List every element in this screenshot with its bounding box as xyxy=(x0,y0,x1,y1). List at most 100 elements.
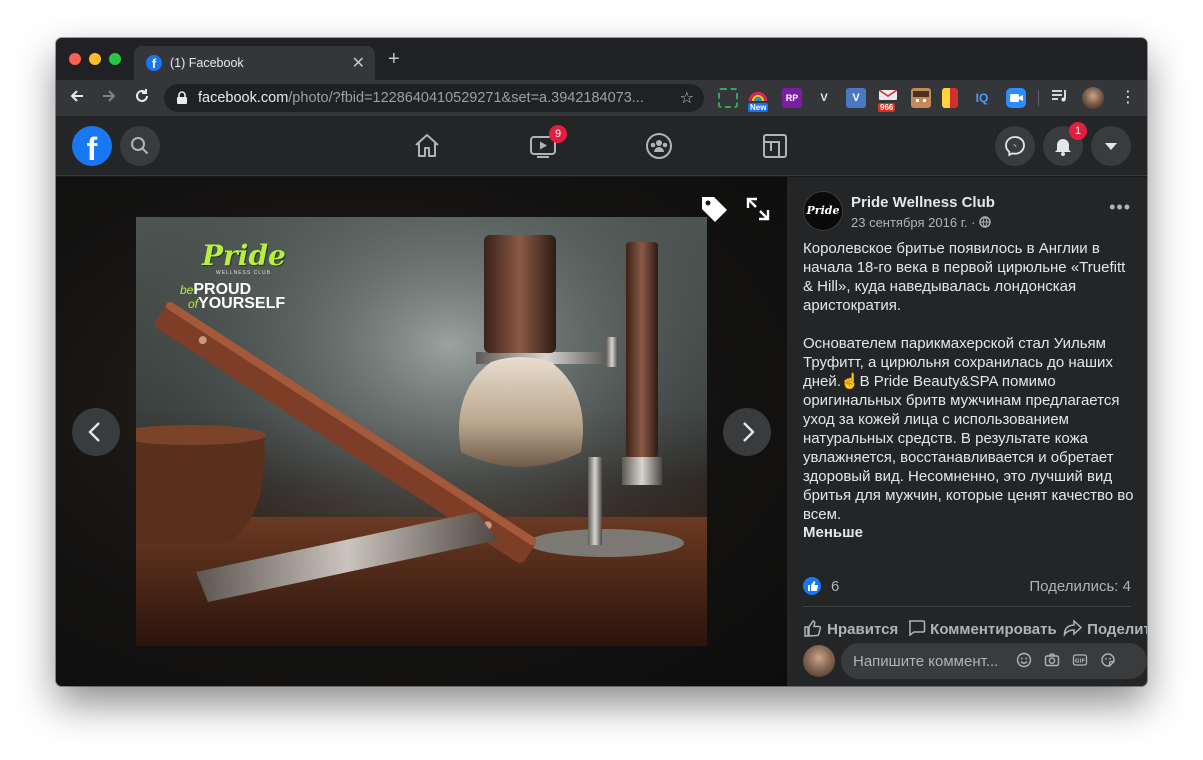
see-less-link[interactable]: Меньше xyxy=(803,524,863,541)
post-options-icon[interactable]: ••• xyxy=(1109,197,1131,218)
mail-icon xyxy=(878,89,898,100)
caret-down-icon xyxy=(1105,143,1117,150)
comment-button[interactable]: Комментировать xyxy=(907,619,1057,638)
close-window-button[interactable] xyxy=(69,53,81,65)
notifications-button[interactable]: 1 xyxy=(1043,122,1087,166)
comment-label: Комментировать xyxy=(930,621,1057,638)
playlist-icon xyxy=(1052,90,1066,102)
thumbs-up-icon xyxy=(808,581,819,591)
browser-menu-icon[interactable]: ⋮ xyxy=(1120,87,1136,109)
v-ext-icon[interactable]: V xyxy=(846,88,866,108)
minimize-window-button[interactable] xyxy=(89,53,101,65)
forward-button[interactable] xyxy=(98,87,120,109)
post-photo: Pride WELLNESS CLUB bePROUD ofYOURSELF xyxy=(136,217,707,646)
address-bar[interactable]: facebook.com/photo/?fbid=122864041052927… xyxy=(164,84,704,112)
lock-icon xyxy=(177,91,187,104)
new-ext-icon[interactable]: New xyxy=(748,88,769,112)
reload-icon xyxy=(136,89,148,102)
vue-ext-icon[interactable]: V xyxy=(814,88,834,108)
next-photo-button[interactable] xyxy=(723,408,771,456)
url-host: facebook.com xyxy=(198,90,289,106)
like-reaction-icon[interactable] xyxy=(803,577,821,595)
post-date[interactable]: 23 сентября 2016 г. · xyxy=(851,215,991,230)
tab-close-icon[interactable]: ✕ xyxy=(352,53,365,73)
tag-photo-button[interactable] xyxy=(698,193,730,230)
rainbow-icon xyxy=(748,91,768,102)
media-queue-icon[interactable] xyxy=(1050,88,1070,108)
overlay-word-of: of xyxy=(188,297,199,311)
facebook-logo-icon[interactable]: f xyxy=(72,126,112,167)
maximize-window-button[interactable] xyxy=(109,53,121,65)
sticker-icon[interactable] xyxy=(1099,652,1117,670)
nav-groups[interactable] xyxy=(643,130,675,162)
page-avatar[interactable]: Pride xyxy=(803,191,843,231)
like-button[interactable]: Нравится xyxy=(803,619,898,638)
tab-strip: f (1) Facebook ✕ + xyxy=(56,38,1147,80)
comment-input[interactable]: Напишите коммент... GIF xyxy=(841,643,1147,679)
photo-viewer: Pride WELLNESS CLUB bePROUD ofYOURSELF xyxy=(56,177,787,686)
messenger-button[interactable] xyxy=(995,126,1035,166)
like-count[interactable]: 6 xyxy=(831,578,839,595)
nav-gaming[interactable] xyxy=(759,130,791,162)
shares-count[interactable]: Поделились: 4 xyxy=(1029,578,1131,595)
overlay-word-yourself: YOURSELF xyxy=(198,295,286,312)
camera-icon[interactable] xyxy=(1043,652,1061,670)
new-badge: New xyxy=(748,103,769,112)
arrow-left-icon xyxy=(70,90,83,102)
tab-facebook[interactable]: f (1) Facebook ✕ xyxy=(134,46,375,80)
mail-count-badge: 966 xyxy=(878,103,896,112)
notifications-badge: 1 xyxy=(1069,122,1087,140)
post-date-text: 23 сентября 2016 г. · xyxy=(851,215,976,230)
home-icon xyxy=(415,134,439,157)
previous-photo-button[interactable] xyxy=(72,408,120,456)
page-name-link[interactable]: Pride Wellness Club xyxy=(851,194,995,211)
reactions-bar: 6 Поделились: 4 xyxy=(803,576,1131,598)
gif-icon[interactable]: GIF xyxy=(1071,652,1089,670)
rp-ext-icon[interactable]: RP xyxy=(782,88,802,108)
sticker-face-icon xyxy=(1101,653,1115,667)
camera-video-icon xyxy=(1010,94,1023,102)
toolbar-separator xyxy=(1038,90,1039,106)
search-icon xyxy=(131,137,149,155)
facebook-favicon-icon: f xyxy=(146,55,162,71)
arrow-right-icon xyxy=(103,90,116,102)
expand-icon xyxy=(746,197,770,221)
gif-badge-icon: GIF xyxy=(1072,654,1088,666)
thumbs-up-outline-icon xyxy=(804,620,822,637)
tab-title: (1) Facebook xyxy=(170,56,244,70)
comment-composer: Напишите коммент... GIF xyxy=(803,643,1147,679)
account-menu-button[interactable] xyxy=(1091,126,1131,166)
post-panel: Pride Pride Wellness Club 23 сентября 20… xyxy=(787,177,1147,686)
new-tab-button[interactable]: + xyxy=(388,49,400,69)
emoji-icon[interactable] xyxy=(1015,652,1033,670)
tag-icon xyxy=(702,197,727,222)
face-ext-icon[interactable] xyxy=(911,88,931,108)
nav-home[interactable] xyxy=(411,130,443,162)
overlay-slogan-2: ofYOURSELF xyxy=(188,295,285,313)
photo-camera-icon xyxy=(1044,653,1060,667)
mail-ext-icon[interactable]: 966 xyxy=(878,88,898,112)
back-button[interactable] xyxy=(66,87,88,109)
screenshot-ext-icon[interactable] xyxy=(718,88,738,108)
iq-ext-icon[interactable]: IQ xyxy=(972,88,992,108)
overlay-brand: Pride xyxy=(202,239,286,272)
share-button[interactable]: Поделиться xyxy=(1063,619,1147,638)
bookmark-star-icon[interactable]: ☆ xyxy=(680,88,694,108)
reload-button[interactable] xyxy=(131,87,153,109)
comment-icon xyxy=(908,620,926,637)
post-text: Королевское бритье появилось в Англии в … xyxy=(803,240,1134,523)
nav-watch[interactable]: 9 xyxy=(527,125,567,162)
flag-ext-icon[interactable] xyxy=(942,88,958,108)
facebook-header: f 9 1 xyxy=(56,116,1147,176)
search-button[interactable] xyxy=(120,126,160,166)
chevron-right-icon xyxy=(743,422,755,442)
share-label: Поделиться xyxy=(1087,621,1147,638)
actions-divider xyxy=(803,606,1131,607)
svg-text:GIF: GIF xyxy=(1075,658,1086,664)
zoom-ext-icon[interactable] xyxy=(1006,88,1026,108)
profile-avatar[interactable] xyxy=(1082,87,1104,109)
current-user-avatar[interactable] xyxy=(803,645,835,677)
gaming-icon xyxy=(763,134,787,158)
comment-placeholder: Напишите коммент... xyxy=(853,653,999,670)
fullscreen-button[interactable] xyxy=(744,195,772,228)
